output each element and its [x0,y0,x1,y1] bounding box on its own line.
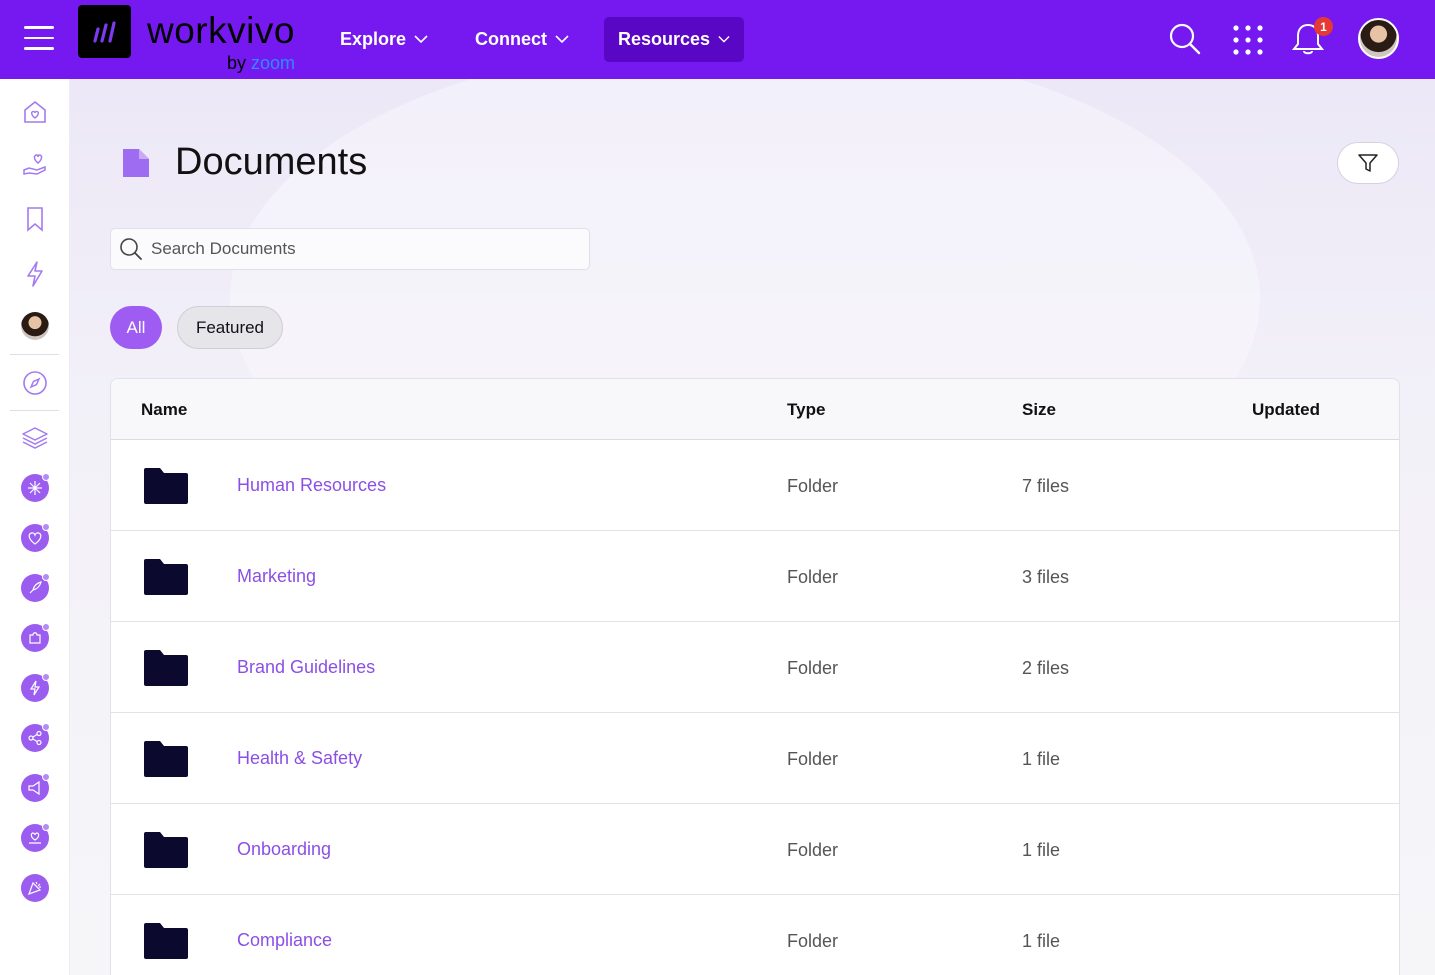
top-bar: workvivo by zoom Explore Connect Resourc… [0,0,1435,79]
logo-text: workvivo [147,10,295,51]
table-row[interactable]: Brand Guidelines Folder 2 files [111,622,1399,713]
column-header-updated[interactable]: Updated [1252,400,1320,420]
document-name-link[interactable]: Human Resources [237,475,386,496]
filter-button[interactable] [1337,142,1399,184]
sidebar-divider [10,410,59,411]
chevron-down-icon [414,35,428,44]
document-size: 7 files [1022,476,1070,496]
layers-icon[interactable] [20,423,50,453]
party-space-icon[interactable] [21,874,49,902]
nav-explore-label: Explore [340,29,407,49]
filter-featured-pill[interactable]: Featured [177,306,283,349]
document-name-link[interactable]: Marketing [237,566,316,587]
document-type: Folder [787,931,839,951]
document-type: Folder [787,658,839,678]
table-row[interactable]: Health & Safety Folder 1 file [111,713,1399,804]
table-row[interactable]: Onboarding Folder 1 file [111,804,1399,895]
column-header-size[interactable]: Size [1022,400,1056,420]
notification-badge: 1 [1314,17,1333,36]
chevron-down-icon [555,35,569,44]
search-icon[interactable] [1168,22,1202,56]
megaphone-space-icon[interactable] [21,773,50,802]
nav-resources[interactable]: Resources [604,17,744,62]
compass-icon[interactable] [20,368,50,398]
sidebar [0,79,70,975]
search-icon [120,238,142,260]
folder-icon [144,650,188,686]
nav-explore[interactable]: Explore [326,17,442,62]
page-title: Documents [175,141,368,183]
table-row[interactable]: Marketing Folder 3 files [111,531,1399,622]
hand-heart-icon[interactable] [20,149,50,179]
document-name-link[interactable]: Onboarding [237,839,331,860]
folder-icon [144,923,188,959]
puzzle-space-icon[interactable] [21,623,50,652]
folder-icon [144,559,188,595]
document-name-link[interactable]: Health & Safety [237,748,362,769]
hand-heart-space-icon[interactable] [21,823,50,852]
avatar[interactable] [21,312,49,340]
document-size: 1 file [1022,749,1061,769]
sidebar-divider [10,354,59,355]
menu-icon[interactable] [24,26,54,52]
lightning-icon[interactable] [20,259,50,289]
column-header-type[interactable]: Type [787,400,825,420]
rocket-space-icon[interactable] [21,573,50,602]
column-header-name[interactable]: Name [141,400,187,420]
folder-icon [144,741,188,777]
document-size: 1 file [1022,840,1061,860]
bolt-space-icon[interactable] [21,673,50,702]
table-row[interactable]: Compliance Folder 1 file [111,895,1399,975]
heart-space-icon[interactable] [21,523,50,552]
document-size: 2 files [1022,658,1070,678]
snowflake-space-icon[interactable] [21,473,50,502]
table-header: Name Type Size Updated [111,379,1399,440]
folder-icon [144,468,188,504]
document-name-link[interactable]: Compliance [237,930,332,951]
logo-subtitle: by zoom [227,53,295,74]
search-box [110,228,590,270]
document-size: 1 file [1022,931,1061,951]
document-icon [123,149,149,177]
document-size: 3 files [1022,567,1070,587]
search-input[interactable] [151,239,571,259]
logo-zoom: zoom [251,53,296,73]
share-space-icon[interactable] [21,723,50,752]
bookmark-icon[interactable] [20,204,50,234]
document-type: Folder [787,476,839,496]
document-type: Folder [787,749,839,769]
document-type: Folder [787,840,839,860]
document-type: Folder [787,567,839,587]
user-avatar[interactable] [1358,18,1399,59]
folder-icon [144,832,188,868]
chevron-down-icon [718,36,730,43]
filter-all-pill[interactable]: All [110,306,162,349]
logo-by: by [227,53,247,73]
nav-connect-label: Connect [475,29,547,49]
nav-connect[interactable]: Connect [461,17,583,62]
home-icon[interactable] [20,97,50,127]
workvivo-logo-icon[interactable] [78,5,131,58]
table-row[interactable]: Human Resources Folder 7 files [111,440,1399,531]
main-content: Documents All Featured Name Type Size Up… [70,79,1435,975]
apps-grid-icon[interactable] [1233,25,1263,55]
documents-table: Name Type Size Updated Human Resources F… [110,378,1400,975]
filter-icon [1358,154,1378,172]
nav-resources-label: Resources [618,29,711,49]
document-name-link[interactable]: Brand Guidelines [237,657,375,678]
